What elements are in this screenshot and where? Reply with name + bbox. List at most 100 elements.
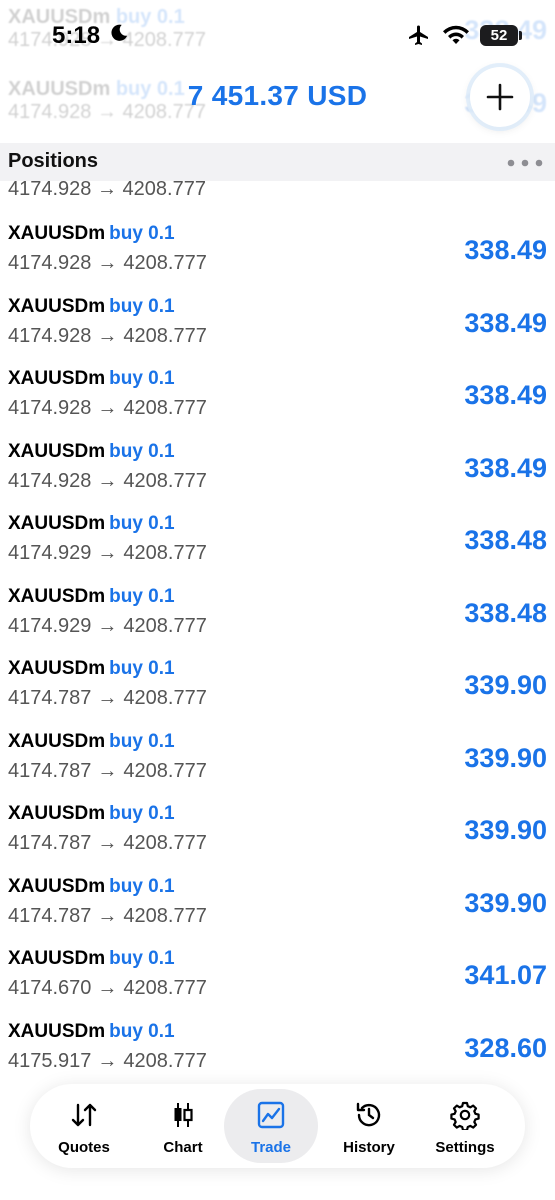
position-direction: buy 0.1 (109, 513, 175, 534)
position-profit: 339.90 (464, 742, 547, 773)
position-direction: buy 0.1 (109, 948, 175, 969)
open-price: 4174.928 (8, 324, 92, 347)
arrow-icon: → (97, 324, 118, 347)
more-options-icon[interactable] (506, 159, 546, 167)
current-price: 4208.777 (123, 832, 207, 854)
status-bar: 5:18 52 (0, 0, 555, 72)
position-symbol: XAUUSDm (8, 585, 106, 607)
current-price: 4208.777 (123, 542, 207, 564)
open-price: 4174.670 (8, 977, 92, 999)
new-order-button[interactable] (470, 67, 530, 127)
open-price: 4174.929 (8, 542, 92, 564)
position-direction: buy 0.1 (109, 295, 175, 317)
position-profit: 339.90 (464, 670, 547, 700)
tab-quotes[interactable]: Quotes (37, 1089, 131, 1163)
open-price: 4174.787 (8, 832, 92, 854)
open-price: 4174.928 (8, 397, 92, 419)
position-prices: 4174.928 → 4208.777 (8, 325, 207, 348)
position-direction: buy 0.1 (109, 440, 175, 462)
current-price: 4208.777 (123, 324, 207, 347)
position-symbol: XAUUSDm (8, 948, 106, 969)
arrow-icon: → (97, 759, 118, 782)
position-row[interactable]: XAUUSDm buy 0.1 4174.787 → 4208.777 339.90 (0, 721, 555, 794)
status-time: 5:18 (52, 22, 101, 49)
position-direction: buy 0.1 (109, 658, 175, 679)
position-profit: 339.90 (464, 887, 547, 918)
position-title: XAUUSDm buy 0.1 (8, 296, 175, 318)
airplane-icon (409, 25, 428, 45)
positions-list: XAUUSDm buy 0.1 4174.928 → 4208.777 338.49 XAU… (0, 213, 555, 1083)
position-profit: 338.49 (464, 235, 547, 265)
position-title: XAUUSDm buy 0.1 (8, 948, 175, 970)
position-title: XAUUSDm buy 0.1 (8, 368, 175, 390)
position-symbol: XAUUSDm (8, 223, 106, 244)
position-title: XAUUSDm buy 0.1 (8, 658, 175, 680)
position-row[interactable]: XAUUSDm buy 0.1 4174.928 → 4208.777 338.49 (0, 286, 555, 359)
position-title: XAUUSDm buy 0.1 (8, 223, 175, 245)
open-price: 4174.787 (8, 687, 92, 709)
position-row[interactable]: XAUUSDm buy 0.1 4174.928 → 4208.777 338.49 (0, 213, 555, 286)
position-prices: 4174.928 → 4208.777 (8, 397, 207, 420)
position-row[interactable]: XAUUSDm buy 0.1 4174.787 → 4208.777 339.90 (0, 793, 555, 866)
position-profit: 338.49 (464, 380, 547, 410)
history-icon (356, 1102, 381, 1127)
partial-row-prices: 4174.928 → 4208.777 (8, 178, 206, 200)
current-price: 4208.777 (123, 614, 207, 637)
tab-label: Trade (250, 1139, 292, 1156)
position-row[interactable]: XAUUSDm buy 0.1 4174.670 → 4208.777 341.07 (0, 938, 555, 1011)
position-row[interactable]: XAUUSDm buy 0.1 4174.787 → 4208.777 339.90 (0, 648, 555, 721)
arrow-icon: → (97, 977, 118, 999)
tab-label: Quotes (58, 1139, 110, 1156)
position-row[interactable]: XAUUSDm buy 0.1 4174.928 → 4208.777 338.49 (0, 358, 555, 431)
position-prices: 4174.787 → 4208.777 (8, 687, 207, 710)
position-symbol: XAUUSDm (8, 875, 106, 897)
position-row[interactable]: XAUUSDm buy 0.1 4174.929 → 4208.777 338.48 (0, 576, 555, 649)
position-row[interactable]: XAUUSDm buy 0.1 4174.929 → 4208.777 338.48 (0, 503, 555, 576)
settings-icon (450, 1101, 480, 1130)
position-row[interactable]: XAUUSDm buy 0.1 4174.787 → 4208.777 339.90 (0, 866, 555, 939)
trade-icon (257, 1101, 285, 1129)
position-direction: buy 0.1 (109, 730, 175, 752)
arrow-icon: → (97, 397, 118, 419)
bottom-tab-bar: Quotes Chart Trade History Settings (30, 1084, 525, 1168)
position-title: XAUUSDm buy 0.1 (8, 731, 175, 753)
current-price: 4208.777 (123, 397, 207, 419)
arrow-icon: → (97, 252, 118, 274)
moon-icon (111, 24, 128, 41)
position-symbol: XAUUSDm (8, 658, 106, 679)
position-symbol: XAUUSDm (8, 803, 106, 824)
section-title: Positions (8, 150, 99, 172)
tab-settings[interactable]: Settings (418, 1089, 512, 1163)
tab-chart[interactable]: Chart (136, 1089, 230, 1163)
arrow-icon: → (97, 1049, 118, 1072)
battery-tip (519, 31, 522, 40)
position-direction: buy 0.1 (109, 1020, 175, 1042)
current-price: 4208.777 (123, 759, 207, 782)
tab-history[interactable]: History (322, 1089, 416, 1163)
position-direction: buy 0.1 (109, 585, 175, 607)
position-title: XAUUSDm buy 0.1 (8, 803, 175, 825)
position-direction: buy 0.1 (109, 875, 175, 897)
current-price: 4208.777 (123, 469, 207, 492)
position-profit: 339.90 (464, 815, 547, 845)
position-row[interactable]: XAUUSDm buy 0.1 4174.928 → 4208.777 338.49 (0, 431, 555, 504)
tab-trade[interactable]: Trade (224, 1089, 318, 1163)
tab-label: Settings (435, 1139, 495, 1156)
quotes-icon (71, 1103, 97, 1127)
open-price: 4174.787 (8, 759, 92, 782)
position-profit: 338.48 (464, 597, 547, 628)
arrow-icon: → (97, 832, 118, 854)
position-prices: 4175.917 → 4208.777 (8, 1050, 207, 1073)
position-prices: 4174.929 → 4208.777 (8, 542, 207, 565)
open-price: 4174.929 (8, 614, 92, 637)
position-row[interactable]: XAUUSDm buy 0.1 4175.917 → 4208.777 328.60 (0, 1011, 555, 1084)
position-title: XAUUSDm buy 0.1 (8, 513, 175, 535)
plus-icon (486, 83, 514, 111)
open-price: 4175.917 (8, 1049, 92, 1072)
current-price: 4208.777 (123, 687, 207, 709)
position-profit: 341.07 (464, 960, 547, 990)
position-profit: 338.49 (464, 452, 547, 483)
open-price: 4174.787 (8, 904, 92, 927)
open-price: 4174.928 (8, 469, 92, 492)
position-title: XAUUSDm buy 0.1 (8, 441, 175, 463)
